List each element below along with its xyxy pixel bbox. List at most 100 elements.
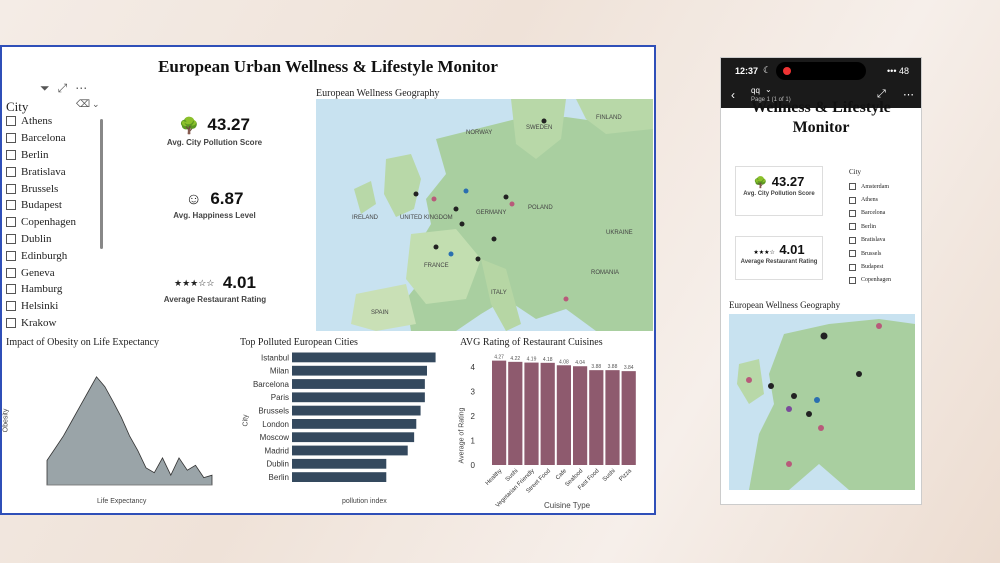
filter-icon[interactable]: ⏷ [40, 81, 50, 96]
polluted-city-label: Moscow [260, 433, 290, 442]
checkbox[interactable] [849, 183, 856, 191]
phone-preview: 12:37 ☾ ••• 48 ‹ qq ⌄ Page 1 (1 of 1) ⤢ … [720, 57, 922, 505]
phone-map[interactable] [729, 314, 915, 490]
city-slicer-item-label: Krakow [21, 316, 57, 329]
city-slicer-item[interactable]: Krakow [6, 315, 76, 332]
city-slicer-item[interactable]: Geneva [6, 264, 76, 281]
phone-kpi-pollution-label: Avg. City Pollution Score [743, 191, 815, 197]
phone-city-slicer-item[interactable]: Budapest [849, 260, 891, 273]
city-slicer-item[interactable]: Budapest [6, 197, 76, 214]
polluted-xlabel: pollution index [342, 498, 387, 505]
slicer-scrollbar[interactable] [100, 119, 103, 249]
map-label-romania: ROMANIA [591, 270, 619, 276]
city-slicer-item[interactable]: Brussels [6, 180, 76, 197]
checkbox[interactable] [6, 217, 16, 228]
chevron-down-icon[interactable]: ⌄ [765, 85, 772, 94]
checkbox[interactable] [6, 133, 16, 144]
city-slicer-item-label: Copenhagen [21, 216, 76, 229]
checkbox[interactable] [849, 276, 856, 284]
cuisine-ylabel: Average of Rating [458, 407, 466, 464]
phone-time: 12:37 [735, 66, 759, 76]
obesity-area-chart[interactable] [12, 357, 222, 499]
city-slicer-list: Athens Barcelona Berlin Bratislava Brussels B… [6, 113, 76, 331]
city-slicer-item[interactable]: Helsinki [6, 298, 76, 315]
kpi-pollution-label: Avg. City Pollution Score [166, 137, 263, 147]
city-slicer-item-label: Athens [21, 115, 53, 128]
checkbox[interactable] [6, 233, 16, 244]
checkbox[interactable] [849, 196, 856, 204]
cuisine-rating-bar-chart[interactable]: 012344.27Healthy4.22Sushi4.19Vegetarian … [458, 347, 654, 507]
phone-kpi-pollution: 🌳 43.27 Avg. City Pollution Score [735, 166, 823, 216]
cuisine-ytick: 2 [471, 412, 476, 421]
city-slicer-item[interactable]: Dublin [6, 231, 76, 248]
polluted-cities-bar-chart[interactable]: Istanbul Milan Barcelona Paris Brussels Londo… [240, 351, 450, 501]
checkbox[interactable] [6, 116, 16, 127]
city-slicer-item[interactable]: Barcelona [6, 130, 76, 147]
chevron-down-icon[interactable]: ⌄ [92, 99, 100, 110]
city-slicer-item-label: Brussels [21, 182, 59, 195]
checkbox[interactable] [849, 209, 856, 217]
city-slicer-item[interactable]: Athens [6, 113, 76, 130]
more-options-icon[interactable]: ⋯ [75, 81, 87, 96]
phone-city-slicer-item[interactable]: Bratislava [849, 234, 891, 247]
cuisine-bar [508, 361, 523, 465]
city-slicer-item[interactable]: Copenhagen [6, 214, 76, 231]
phone-city-slicer-item[interactable]: Copenhagen [849, 274, 891, 287]
phone-city-slicer-item[interactable]: Athens [849, 193, 891, 206]
cuisine-data-label: 3.88 [591, 364, 601, 370]
phone-city-slicer-item[interactable]: Brussels [849, 247, 891, 260]
checkbox[interactable] [6, 250, 16, 261]
checkbox[interactable] [849, 263, 856, 271]
phone-city-slicer-item-label: Brussels [861, 250, 882, 257]
polluted-bar [292, 419, 417, 429]
cuisine-ytick: 3 [471, 388, 476, 397]
cuisine-bar [492, 360, 507, 465]
obesity-area [46, 376, 213, 486]
map-label-norway: NORWAY [466, 130, 492, 136]
checkbox[interactable] [6, 200, 16, 211]
europe-map[interactable]: UNITED KINGDOM IRELAND GERMANY FRANCE SP… [316, 99, 653, 331]
city-slicer-item-label: Helsinki [21, 300, 59, 313]
city-slicer-item[interactable]: Berlin [6, 147, 76, 164]
phone-city-slicer-item-label: Berlin [861, 223, 876, 230]
checkbox[interactable] [849, 236, 856, 244]
phone-kpi-rating-value: 4.01 [779, 242, 805, 257]
polluted-bar [292, 432, 415, 443]
checkbox[interactable] [6, 166, 16, 177]
cuisine-data-label: 3.88 [608, 364, 618, 370]
polluted-city-label: London [262, 420, 289, 429]
city-slicer-item[interactable]: Edinburgh [6, 247, 76, 264]
checkbox[interactable] [6, 301, 16, 312]
polluted-city-label: Madrid [265, 446, 289, 455]
checkbox[interactable] [6, 317, 16, 328]
cuisine-bar [605, 370, 620, 465]
phone-city-slicer-item[interactable]: Barcelona [849, 207, 891, 220]
phone-map-svg [737, 319, 915, 490]
obesity-xlabel: Life Expectancy [97, 498, 147, 505]
checkbox[interactable] [6, 284, 16, 295]
checkbox[interactable] [849, 223, 856, 231]
phone-city-slicer-item-label: Barcelona [861, 210, 886, 217]
map-label-uk: UNITED KINGDOM [400, 215, 453, 221]
phone-city-slicer-item[interactable]: Amsterdam [849, 180, 891, 193]
polluted-bar [292, 458, 387, 469]
phone-kpi-rating: ★★★☆ 4.01 Average Restaurant Rating [735, 236, 823, 280]
expand-icon[interactable]: ⤢ [58, 81, 68, 96]
cuisine-data-label: 3.84 [624, 365, 634, 371]
phone-city-slicer-item-label: Copenhagen [861, 277, 891, 284]
kpi-happiness-value: 6.87 [210, 189, 244, 208]
cuisine-category-label: Pizza [618, 468, 633, 483]
city-slicer-item-label: Geneva [21, 266, 55, 279]
checkbox[interactable] [849, 250, 856, 258]
phone-title: Wellness & Lifestyle Monitor [721, 99, 921, 138]
eraser-icon[interactable]: ⌫ [76, 99, 90, 110]
polluted-city-label: Milan [270, 367, 289, 376]
checkbox[interactable] [6, 149, 16, 160]
city-slicer-item[interactable]: Bratislava [6, 163, 76, 180]
city-slicer-item-label: Hamburg [21, 283, 63, 296]
city-slicer-item[interactable]: Hamburg [6, 281, 76, 298]
phone-city-slicer-item[interactable]: Berlin [849, 220, 891, 233]
checkbox[interactable] [6, 183, 16, 194]
cuisine-bar [573, 366, 588, 465]
checkbox[interactable] [6, 267, 16, 278]
